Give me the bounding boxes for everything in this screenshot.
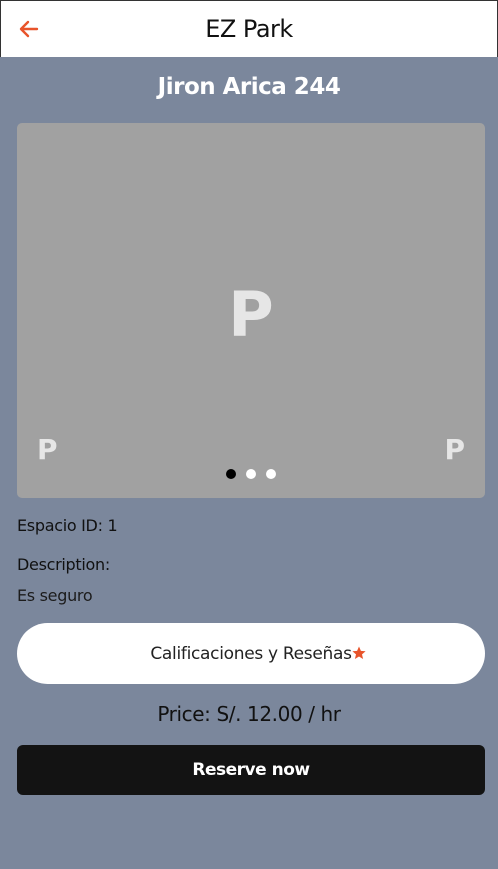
image-carousel[interactable]: P P P — [17, 123, 485, 498]
carousel-dot-2[interactable] — [246, 469, 256, 479]
description-value: Es seguro — [17, 586, 93, 605]
reserve-now-button[interactable]: Reserve now — [17, 745, 485, 795]
arrow-left-icon — [19, 20, 39, 38]
espacio-id: Espacio ID: 1 — [17, 516, 118, 535]
app-title: EZ Park — [205, 15, 293, 43]
app-bar: EZ Park — [0, 0, 498, 57]
ratings-reviews-label: Calificaciones y Reseñas — [150, 643, 352, 664]
carousel-indicator — [17, 469, 485, 479]
parking-sign-left: P — [37, 433, 58, 466]
back-button[interactable] — [15, 15, 43, 43]
price-text: Price: S/. 12.00 / hr — [157, 702, 341, 726]
parking-sign-right: P — [444, 433, 465, 466]
parking-title: Jiron Arica 244 — [157, 74, 341, 100]
star-icon — [352, 646, 366, 659]
parking-placeholder-image: P — [228, 278, 274, 351]
carousel-dot-1[interactable] — [226, 469, 236, 479]
ratings-reviews-button[interactable]: Calificaciones y Reseñas — [17, 623, 485, 684]
description-label: Description: — [17, 555, 110, 574]
carousel-dot-3[interactable] — [266, 469, 276, 479]
